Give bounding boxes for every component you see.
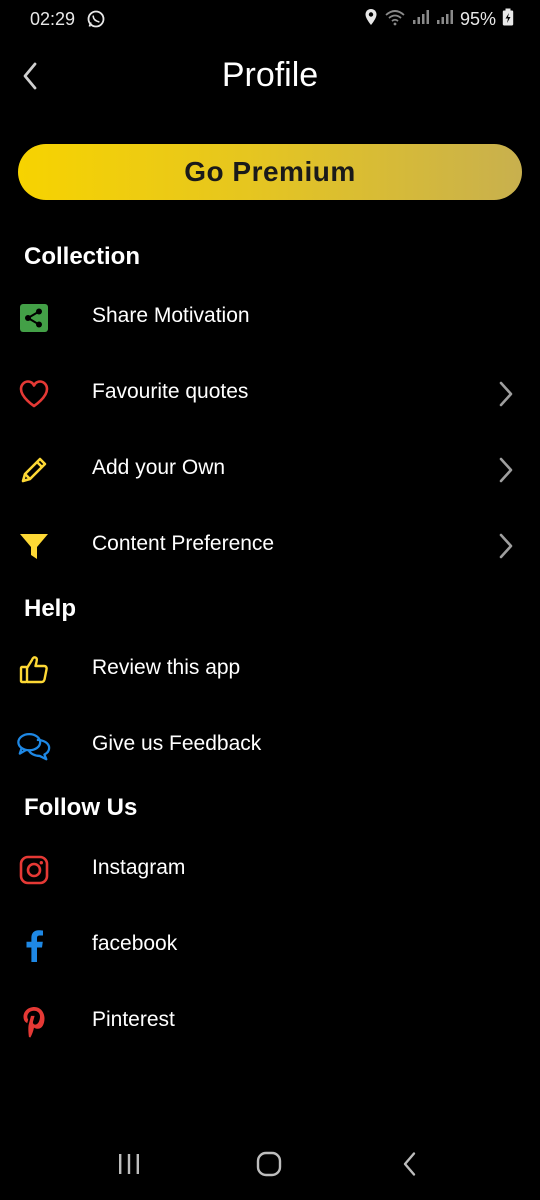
menu-label: Share Motivation bbox=[92, 304, 250, 327]
menu-label: Favourite quotes bbox=[92, 380, 249, 403]
system-back-button[interactable] bbox=[390, 1148, 430, 1184]
share-icon bbox=[16, 300, 52, 336]
menu-item-give-feedback[interactable]: Give us Feedback bbox=[0, 714, 540, 778]
home-button[interactable] bbox=[249, 1148, 289, 1184]
battery-charging-icon bbox=[502, 8, 514, 31]
chevron-right-icon bbox=[496, 532, 516, 560]
signal-icon-2 bbox=[436, 9, 454, 30]
menu-item-instagram[interactable]: Instagram bbox=[0, 838, 540, 902]
status-time: 02:29 bbox=[30, 9, 76, 29]
menu-item-content-preference[interactable]: Content Preference bbox=[0, 514, 540, 578]
recent-apps-button[interactable] bbox=[109, 1148, 149, 1184]
home-icon bbox=[256, 1151, 282, 1182]
menu-item-share-motivation[interactable]: Share Motivation bbox=[0, 286, 540, 350]
section-title-collection: Collection bbox=[24, 243, 141, 270]
location-icon bbox=[364, 8, 378, 31]
menu-label: Pinterest bbox=[92, 1008, 175, 1031]
status-icons: 95% bbox=[364, 8, 514, 30]
filter-icon bbox=[16, 528, 52, 564]
menu-label: Give us Feedback bbox=[92, 732, 262, 755]
header: Profile bbox=[0, 50, 540, 106]
menu-item-facebook[interactable]: facebook bbox=[0, 914, 540, 978]
page-title: Profile bbox=[221, 56, 319, 94]
chevron-right-icon bbox=[496, 380, 516, 408]
signal-icon-1 bbox=[412, 9, 430, 30]
menu-label: Content Preference bbox=[92, 532, 275, 555]
menu-item-favourite-quotes[interactable]: Favourite quotes bbox=[0, 362, 540, 426]
menu-label: Instagram bbox=[92, 856, 186, 879]
facebook-icon bbox=[16, 928, 52, 964]
menu-item-pinterest[interactable]: Pinterest bbox=[0, 990, 540, 1054]
section-title-follow-us: Follow Us bbox=[24, 794, 138, 821]
menu-item-add-your-own[interactable]: Add your Own bbox=[0, 438, 540, 502]
recent-apps-icon bbox=[117, 1153, 141, 1180]
back-icon bbox=[401, 1151, 419, 1182]
system-navigation-bar bbox=[0, 1134, 540, 1200]
go-premium-button[interactable]: Go Premium bbox=[18, 144, 522, 200]
menu-label: Add your Own bbox=[92, 456, 226, 479]
chevron-right-icon bbox=[496, 456, 516, 484]
section-title-help: Help bbox=[24, 595, 77, 622]
status-bar: 02:29 95% bbox=[0, 0, 540, 40]
pinterest-icon bbox=[16, 1004, 52, 1040]
whatsapp-notification-icon bbox=[86, 9, 106, 29]
chat-bubbles-icon bbox=[16, 728, 52, 764]
battery-percentage: 95% bbox=[459, 8, 496, 29]
thumbs-up-icon bbox=[16, 652, 52, 688]
heart-icon bbox=[16, 376, 52, 412]
menu-item-review-app[interactable]: Review this app bbox=[0, 638, 540, 702]
menu-label: facebook bbox=[92, 932, 178, 955]
menu-label: Review this app bbox=[92, 656, 241, 679]
instagram-icon bbox=[16, 852, 52, 888]
pencil-icon bbox=[16, 452, 52, 488]
wifi-icon bbox=[384, 8, 406, 31]
